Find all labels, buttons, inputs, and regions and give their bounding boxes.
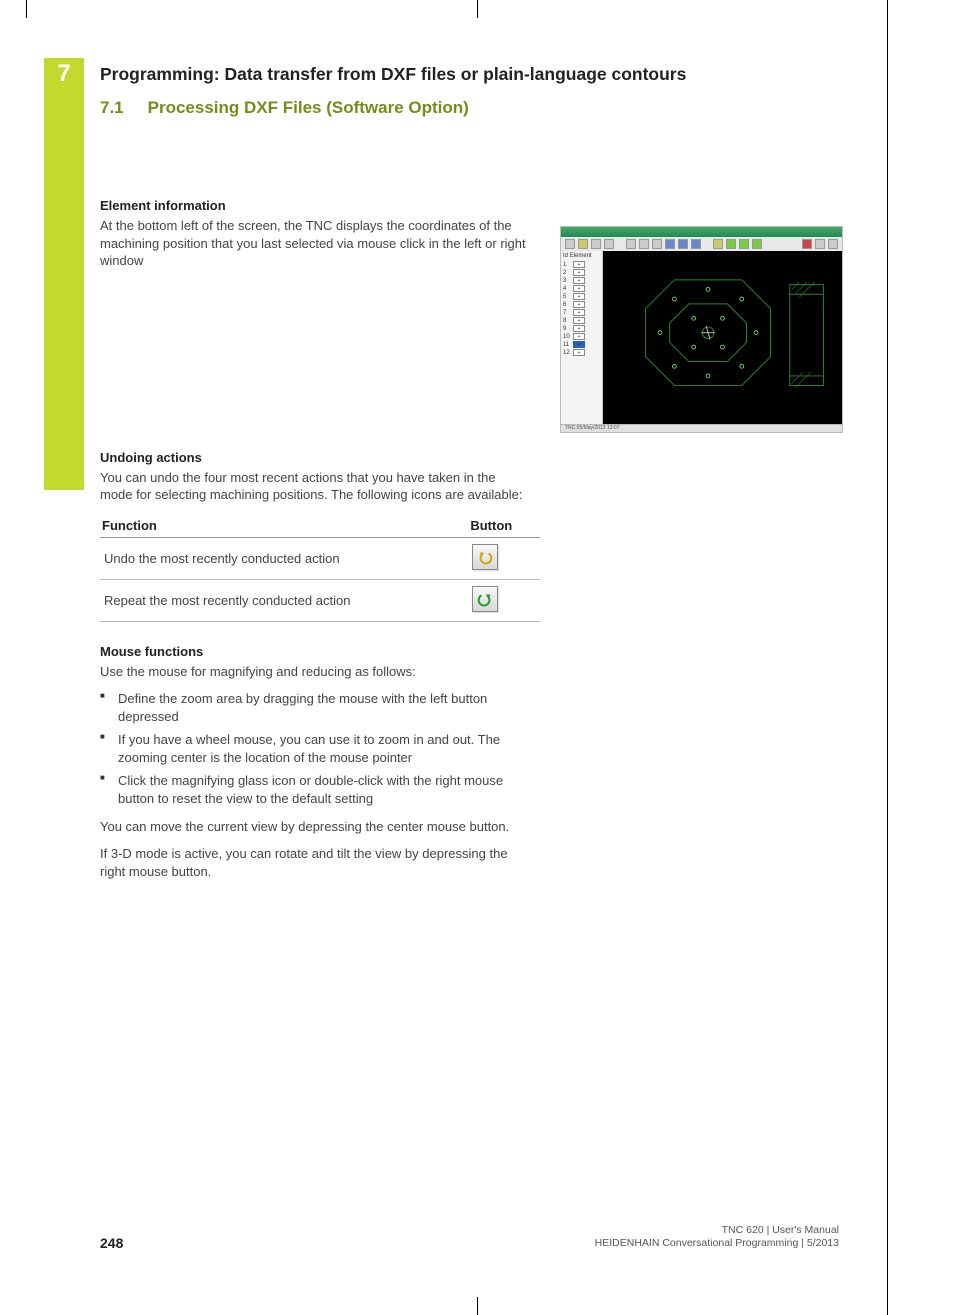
footer-line2: HEIDENHAIN Conversational Programming | … [595,1237,839,1251]
element-list-row: 3+ [563,277,600,284]
element-list-row: 9+ [563,325,600,332]
section-title: Processing DXF Files (Software Option) [148,98,469,118]
section-heading: 7.1 Processing DXF Files (Software Optio… [100,98,469,118]
mouse-para1: You can move the current view by depress… [100,818,530,836]
element-list-row: 8+ [563,317,600,324]
toolbar-icon [726,239,736,249]
toolbar-icon [691,239,701,249]
col-element: Element [570,253,592,259]
toolbar-icon [652,239,662,249]
element-info-text: At the bottom left of the screen, the TN… [100,217,530,270]
toolbar-icon [626,239,636,249]
mouse-intro: Use the mouse for magnifying and reducin… [100,663,530,681]
toolbar-icon [752,239,762,249]
function-label: Undo the most recently conducted action [100,537,468,579]
element-list-row: 12+ [563,349,600,356]
list-item: Define the zoom area by dragging the mou… [100,690,530,725]
close-icon [802,239,812,249]
toolbar-icon [565,239,575,249]
document-page: 7 Programming: Data transfer from DXF fi… [0,0,954,1315]
chapter-number-badge: 7 [44,58,84,90]
element-info-heading: Element information [100,198,530,213]
toolbar-icon [815,239,825,249]
toolbar-icon [639,239,649,249]
mouse-para2: If 3-D mode is active, you can rotate an… [100,845,530,880]
element-list-row: 1+ [563,261,600,268]
undo-icon [472,544,498,570]
col-button: Button [468,514,540,538]
redo-icon [472,586,498,612]
undoing-heading: Undoing actions [100,450,530,465]
element-list-row: 11+ [563,341,600,348]
chapter-sidebar [44,58,84,490]
dxf-editor-screenshot: Id Element 1+2+3+4+5+6+7+8+9+10+11+12+ [560,226,843,433]
status-bar: TNC 05/May/2013 13:07 [561,424,842,432]
col-function: Function [100,514,468,538]
element-list-panel: Id Element 1+2+3+4+5+6+7+8+9+10+11+12+ [561,251,603,424]
mouse-bullets: Define the zoom area by dragging the mou… [100,690,530,807]
toolbar-icon [828,239,838,249]
function-table: Function Button Undo the most recently c… [100,514,540,622]
crop-mark [477,1297,478,1315]
element-list-row: 7+ [563,309,600,316]
function-label: Repeat the most recently conducted actio… [100,579,468,621]
toolbar-icon [678,239,688,249]
toolbar-icon [591,239,601,249]
screenshot-titlebar [561,227,842,237]
cad-drawing-area [603,251,842,424]
chapter-title: Programming: Data transfer from DXF file… [100,64,686,85]
undoing-text: You can undo the four most recent action… [100,469,530,504]
element-list-row: 6+ [563,301,600,308]
crop-mark [887,0,888,1315]
toolbar-icon [713,239,723,249]
element-list-row: 10+ [563,333,600,340]
crop-mark [477,0,478,18]
col-id: Id [563,253,568,259]
screenshot-toolbar [561,237,842,251]
element-list-row: 4+ [563,285,600,292]
list-item: Click the magnifying glass icon or doubl… [100,772,530,807]
toolbar-icon [604,239,614,249]
element-list-row: 2+ [563,269,600,276]
crop-mark [26,0,27,18]
toolbar-icon [578,239,588,249]
element-list-row: 5+ [563,293,600,300]
toolbar-icon [739,239,749,249]
toolbar-icon [665,239,675,249]
section-number: 7.1 [100,98,124,118]
table-row: Undo the most recently conducted action [100,537,540,579]
page-number: 248 [100,1235,123,1251]
footer-line1: TNC 620 | User's Manual [595,1224,839,1238]
mouse-heading: Mouse functions [100,644,530,659]
table-row: Repeat the most recently conducted actio… [100,579,540,621]
list-item: If you have a wheel mouse, you can use i… [100,731,530,766]
page-footer: 248 TNC 620 | User's Manual HEIDENHAIN C… [100,1224,839,1251]
